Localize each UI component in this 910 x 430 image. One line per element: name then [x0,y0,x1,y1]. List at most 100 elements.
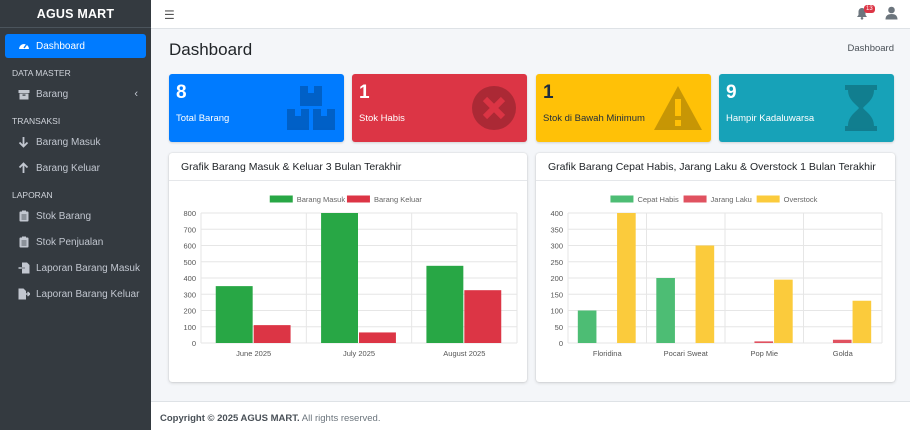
y-tick-label: 700 [183,225,196,234]
hourglass-icon [845,85,877,131]
y-tick-label: 100 [550,307,563,316]
sidebar-item-label: Stok Penjualan [36,236,104,248]
x-tick-label: Golda [833,349,854,358]
sidebar: AGUS MART Dashboard DATA MASTER Barang ‹… [0,0,151,430]
y-tick-label: 250 [550,258,563,267]
sidebar-item-barang-keluar[interactable]: Barang Keluar [5,156,146,180]
stat-box-kadaluwarsa[interactable]: 9 Hampir Kadaluwarsa [719,74,894,142]
stat-label: Stok di Bawah Minimum [543,113,645,124]
copyright-text: Copyright © 2025 AGUS MART. [160,413,300,424]
clipboard-icon [17,210,30,223]
y-tick-label: 50 [555,323,563,332]
legend-label: Barang Masuk [297,195,346,204]
x-tick-label: Pocari Sweat [664,349,709,358]
x-tick-label: August 2025 [443,349,485,358]
sidebar-item-label: Laporan Barang Keluar [36,288,140,300]
stat-box-stok-habis[interactable]: 1 Stok Habis [352,74,527,142]
sidebar-item-dashboard[interactable]: Dashboard [5,34,146,58]
warning-icon [654,86,702,130]
sidebar-item-barang-masuk[interactable]: Barang Masuk [5,130,146,154]
legend-swatch [610,195,634,203]
y-tick-label: 300 [550,242,563,251]
chart-card-masuk-keluar: Grafik Barang Masuk & Keluar 3 Bulan Ter… [169,153,527,382]
footer: Copyright © 2025 AGUS MART. All rights r… [151,401,910,430]
bar [852,300,872,343]
page-title: Dashboard [169,40,253,59]
sidebar-item-stok-barang[interactable]: Stok Barang [5,204,146,228]
bar [832,339,852,343]
legend-swatch [683,195,707,203]
bar [464,290,502,343]
y-tick-label: 0 [559,339,563,348]
bar [617,213,636,343]
x-tick-label: Floridina [593,349,623,358]
sidebar-item-laporan-masuk[interactable]: Laporan Barang Masuk [5,256,146,280]
tachometer-icon [17,40,30,53]
stat-value: 9 [726,82,737,103]
arrow-up-icon [17,162,30,175]
file-import-icon [17,262,30,275]
top-navbar: ☰ 13 [151,0,910,29]
y-tick-label: 350 [550,225,563,234]
sidebar-nav: Dashboard DATA MASTER Barang ‹ TRANSAKSI… [0,28,151,306]
x-tick-label: Pop Mie [750,349,778,358]
bar [321,213,358,343]
y-tick-label: 100 [183,323,196,332]
sidebar-item-laporan-keluar[interactable]: Laporan Barang Keluar [5,282,146,306]
box-icon [17,88,30,101]
sidebar-item-stok-penjualan[interactable]: Stok Penjualan [5,230,146,254]
legend-swatch [346,195,370,203]
y-tick-label: 0 [192,339,196,348]
legend-swatch [756,195,780,203]
bar [577,310,597,343]
y-tick-label: 200 [550,274,563,283]
y-tick-label: 800 [183,209,196,218]
y-tick-label: 300 [183,290,196,299]
legend-label: Overstock [784,195,818,204]
brand-logo[interactable]: AGUS MART [0,0,151,28]
bar [656,278,675,343]
bar-chart-cepat-habis: 0 50 100 150 200 250 300 350 400 Floridina Pocari … [550,195,883,358]
hamburger-menu-icon[interactable]: ☰ [164,8,175,22]
file-export-icon [17,288,30,301]
chevron-left-icon: ‹ [134,88,138,100]
bar-chart-masuk-keluar: 0 100 200 300 400 500 600 700 800 June 2025 July 2… [183,195,518,358]
clipboard-list-icon [17,236,30,249]
section-header-laporan: LAPORAN [12,190,53,200]
stat-box-stok-minimum[interactable]: 1 Stok di Bawah Minimum [536,74,711,142]
arrow-down-icon [17,136,30,149]
boxes-icon [287,86,335,130]
y-tick-label: 400 [550,209,563,218]
chart-card-cepat-habis: Grafik Barang Cepat Habis, Jarang Laku &… [536,153,895,382]
bar [754,341,774,343]
rights-text: All rights reserved. [299,413,381,424]
stat-label: Total Barang [176,113,230,124]
breadcrumb[interactable]: Dashboard [848,43,894,54]
y-tick-label: 600 [183,242,196,251]
user-icon[interactable] [885,6,898,23]
bar [359,332,396,343]
legend-label: Barang Keluar [374,195,422,204]
times-circle-icon [472,86,516,130]
section-header-transaksi: TRANSAKSI [12,116,61,126]
legend-swatch [269,195,293,203]
legend-label: Jarang Laku [711,195,752,204]
x-tick-label: June 2025 [236,349,271,358]
notification-badge: 13 [864,5,875,13]
section-header-master: DATA MASTER [12,68,71,78]
stat-label: Stok Habis [359,113,405,124]
legend-label: Cepat Habis [637,195,679,204]
bar [215,286,253,343]
stat-value: 1 [359,82,370,103]
notification-bell-icon[interactable]: 13 [856,5,875,23]
sidebar-item-label: Laporan Barang Masuk [36,262,140,274]
stat-value: 1 [543,82,554,103]
bar [426,265,464,343]
bar [253,325,291,343]
sidebar-item-label: Dashboard [36,40,85,52]
sidebar-item-barang[interactable]: Barang ‹ [5,82,146,106]
chart-title: Grafik Barang Masuk & Keluar 3 Bulan Ter… [169,153,527,181]
x-tick-label: July 2025 [343,349,375,358]
y-tick-label: 200 [183,307,196,316]
stat-box-total-barang[interactable]: 8 Total Barang [169,74,344,142]
